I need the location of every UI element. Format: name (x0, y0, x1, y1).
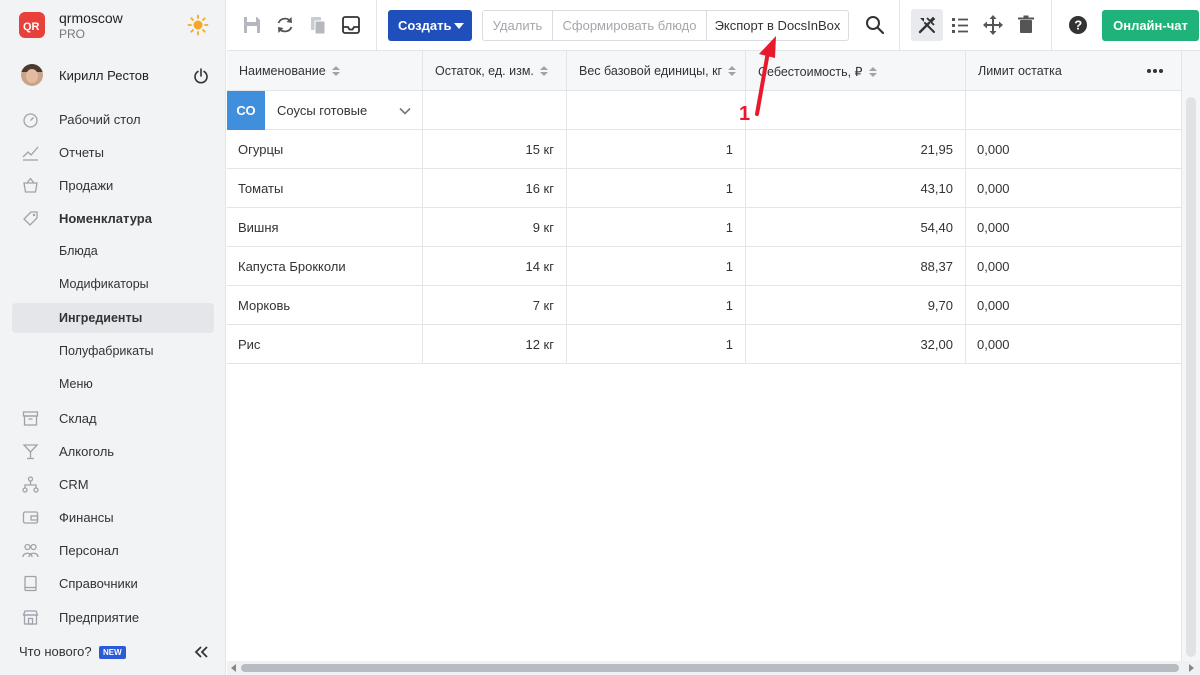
sidebar-item-nomenclature[interactable]: Номенклатура (12, 203, 214, 233)
column-header-name[interactable]: Наименование (227, 51, 423, 91)
scroll-left-icon[interactable] (231, 664, 236, 672)
group-cell[interactable]: СО Соусы готовые (227, 91, 423, 130)
table-row[interactable]: Огурцы 15 кг 1 21,95 0,000 (227, 130, 1181, 169)
column-header-weight[interactable]: Вес базовой единицы, кг (567, 51, 746, 91)
scroll-right-icon[interactable] (1189, 664, 1194, 672)
column-header-stock[interactable]: Остаток, ед. изм. (423, 51, 567, 91)
table-row[interactable]: Томаты 16 кг 1 43,10 0,000 (227, 169, 1181, 208)
box-icon (22, 411, 39, 426)
tag-icon (23, 211, 38, 226)
hierarchy-icon (22, 476, 39, 493)
sidebar-item-references[interactable]: Справочники (12, 568, 214, 598)
avatar[interactable] (21, 64, 43, 86)
vertical-scrollbar[interactable] (1181, 51, 1200, 665)
basket-icon (23, 177, 38, 193)
table-row[interactable]: Вишня 9 кг 1 54,40 0,000 (227, 208, 1181, 247)
new-badge: NEW (99, 646, 126, 659)
sidebar-item-dishes[interactable]: Блюда (12, 236, 214, 266)
book-icon (24, 575, 37, 592)
chevron-down-icon (454, 23, 464, 29)
glass-icon (22, 444, 39, 460)
ingredients-table: Наименование Остаток, ед. изм. Вес базов… (227, 51, 1181, 665)
sidebar-item-enterprise[interactable]: Предприятие (12, 602, 214, 632)
group-row[interactable]: СО Соусы готовые (227, 91, 1181, 130)
store-icon (22, 610, 39, 625)
svg-text:QR: QR (23, 21, 40, 33)
sidebar-item-semi-finished[interactable]: Полуфабрикаты (12, 336, 214, 366)
user-name: Кирилл Рестов (59, 68, 149, 83)
table-header: Наименование Остаток, ед. изм. Вес базов… (227, 51, 1181, 91)
table-row[interactable]: Рис 12 кг 1 32,00 0,000 (227, 325, 1181, 364)
sidebar-item-modifiers[interactable]: Модификаторы (12, 269, 214, 299)
horizontal-scrollbar[interactable] (227, 661, 1200, 675)
sort-icon[interactable] (539, 66, 548, 77)
brand-name: qrmoscow (59, 10, 123, 26)
table-row[interactable]: Морковь 7 кг 1 9,70 0,000 (227, 286, 1181, 325)
sidebar-item-sales[interactable]: Продажи (12, 170, 214, 200)
user-profile[interactable]: Кирилл Рестов (0, 58, 226, 94)
tools-icon (918, 16, 936, 34)
annotation-number: 1 (739, 103, 751, 125)
power-icon[interactable] (193, 68, 209, 84)
brand-plan: PRO (59, 27, 86, 41)
sort-icon[interactable] (331, 66, 340, 77)
chevron-down-icon[interactable] (398, 104, 412, 118)
sidebar-item-staff[interactable]: Персонал (12, 535, 214, 565)
svg-text:?: ? (1074, 18, 1082, 33)
list-icon[interactable] (949, 14, 971, 36)
move-icon[interactable] (982, 14, 1004, 36)
sort-icon[interactable] (868, 67, 877, 78)
help-icon[interactable]: ? (1067, 14, 1089, 36)
brand-header: QR qrmoscow PRO (0, 0, 226, 50)
refresh-icon[interactable] (274, 14, 296, 36)
trash-icon[interactable] (1015, 14, 1037, 36)
whats-new-link[interactable]: Что нового? (19, 644, 92, 659)
sidebar-item-warehouse[interactable]: Склад (12, 403, 214, 433)
copy-icon[interactable] (307, 14, 329, 36)
sidebar-item-ingredients[interactable]: Ингредиенты (12, 303, 214, 333)
form-dish-button[interactable]: Сформировать блюдо (553, 11, 706, 40)
sun-icon[interactable] (187, 14, 209, 36)
delete-button[interactable]: Удалить (483, 11, 552, 40)
save-icon[interactable] (241, 14, 263, 36)
sidebar-item-reports[interactable]: Отчеты (12, 137, 214, 167)
group-badge: СО (227, 91, 265, 130)
collapse-sidebar-icon[interactable] (193, 644, 209, 660)
sidebar: QR qrmoscow PRO Кирилл Рестов Рабочий ст… (0, 0, 226, 675)
qr-logo-icon[interactable]: QR (19, 12, 45, 38)
group-name: Соусы готовые (277, 103, 368, 118)
sidebar-item-dashboard[interactable]: Рабочий стол (12, 104, 214, 134)
sidebar-item-crm[interactable]: CRM (12, 469, 214, 499)
inbox-icon[interactable] (340, 14, 362, 36)
sidebar-item-finance[interactable]: Финансы (12, 502, 214, 532)
people-icon (22, 543, 39, 558)
search-icon[interactable] (864, 14, 886, 36)
online-chat-button[interactable]: Онлайн-чат (1102, 10, 1199, 41)
toolbar: Создать Удалить Сформировать блюдо Экспо… (227, 0, 1200, 51)
sidebar-item-menu[interactable]: Меню (12, 369, 214, 399)
dashboard-icon (23, 113, 38, 128)
create-button[interactable]: Создать (388, 10, 472, 41)
chart-icon (22, 146, 39, 161)
tools-button[interactable] (911, 9, 943, 41)
wallet-icon (22, 511, 39, 524)
more-options-icon[interactable] (1145, 63, 1165, 79)
table-row[interactable]: Капуста Брокколи 14 кг 1 88,37 0,000 (227, 247, 1181, 286)
sidebar-item-alcohol[interactable]: Алкоголь (12, 436, 214, 466)
